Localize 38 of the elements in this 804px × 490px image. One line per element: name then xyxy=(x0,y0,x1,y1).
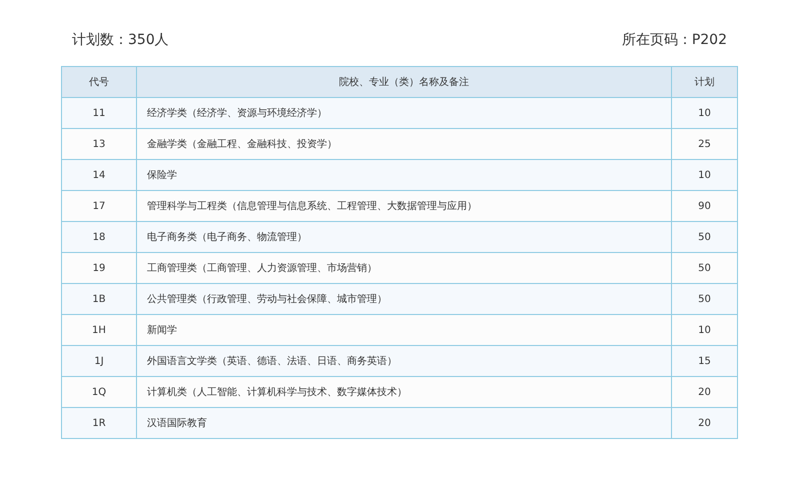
table-cell: 20 xyxy=(672,376,738,408)
table-cell: 50 xyxy=(672,222,738,252)
table-cell: 11 xyxy=(62,98,136,128)
table-cell: 经济学类（经济学、资源与环境经济学） xyxy=(136,98,672,128)
table-cell: 50 xyxy=(672,252,738,284)
table-cell: 1B xyxy=(62,284,136,314)
page-code: 所在页码：P202 xyxy=(622,31,727,50)
column-header: 计划 xyxy=(672,66,738,98)
table-cell: 电子商务类（电子商务、物流管理） xyxy=(136,222,672,252)
table-cell: 计算机类（人工智能、计算机科学与技术、数字媒体技术） xyxy=(136,376,672,408)
table-cell: 工商管理类（工商管理、人力资源管理、市场营销） xyxy=(136,252,672,284)
table-cell: 新闻学 xyxy=(136,314,672,346)
table-cell: 13 xyxy=(62,128,136,160)
column-header: 院校、专业（类）名称及备注 xyxy=(136,66,672,98)
table-cell: 25 xyxy=(672,128,738,160)
table-cell: 90 xyxy=(672,190,738,222)
table-cell: 10 xyxy=(672,160,738,190)
table-cell: 1H xyxy=(62,314,136,346)
table-cell: 1J xyxy=(62,346,136,376)
table-cell: 管理科学与工程类（信息管理与信息系统、工程管理、大数据管理与应用） xyxy=(136,190,672,222)
table-cell: 15 xyxy=(672,346,738,376)
table-cell: 20 xyxy=(672,408,738,438)
column-header: 代号 xyxy=(62,66,136,98)
table-cell: 汉语国际教育 xyxy=(136,408,672,438)
table-cell: 公共管理类（行政管理、劳动与社会保障、城市管理） xyxy=(136,284,672,314)
table-cell: 金融学类（金融工程、金融科技、投资学） xyxy=(136,128,672,160)
table-cell: 50 xyxy=(672,284,738,314)
table-cell: 19 xyxy=(62,252,136,284)
table-cell: 18 xyxy=(62,222,136,252)
table-cell: 10 xyxy=(672,314,738,346)
table-cell: 14 xyxy=(62,160,136,190)
table-cell: 17 xyxy=(62,190,136,222)
table-cell: 外国语言文学类（英语、德语、法语、日语、商务英语） xyxy=(136,346,672,376)
table-cell: 保险学 xyxy=(136,160,672,190)
table-cell: 1R xyxy=(62,408,136,438)
plan-count: 计划数：350人 xyxy=(72,31,169,50)
table-cell: 1Q xyxy=(62,376,136,408)
table-cell: 10 xyxy=(672,98,738,128)
